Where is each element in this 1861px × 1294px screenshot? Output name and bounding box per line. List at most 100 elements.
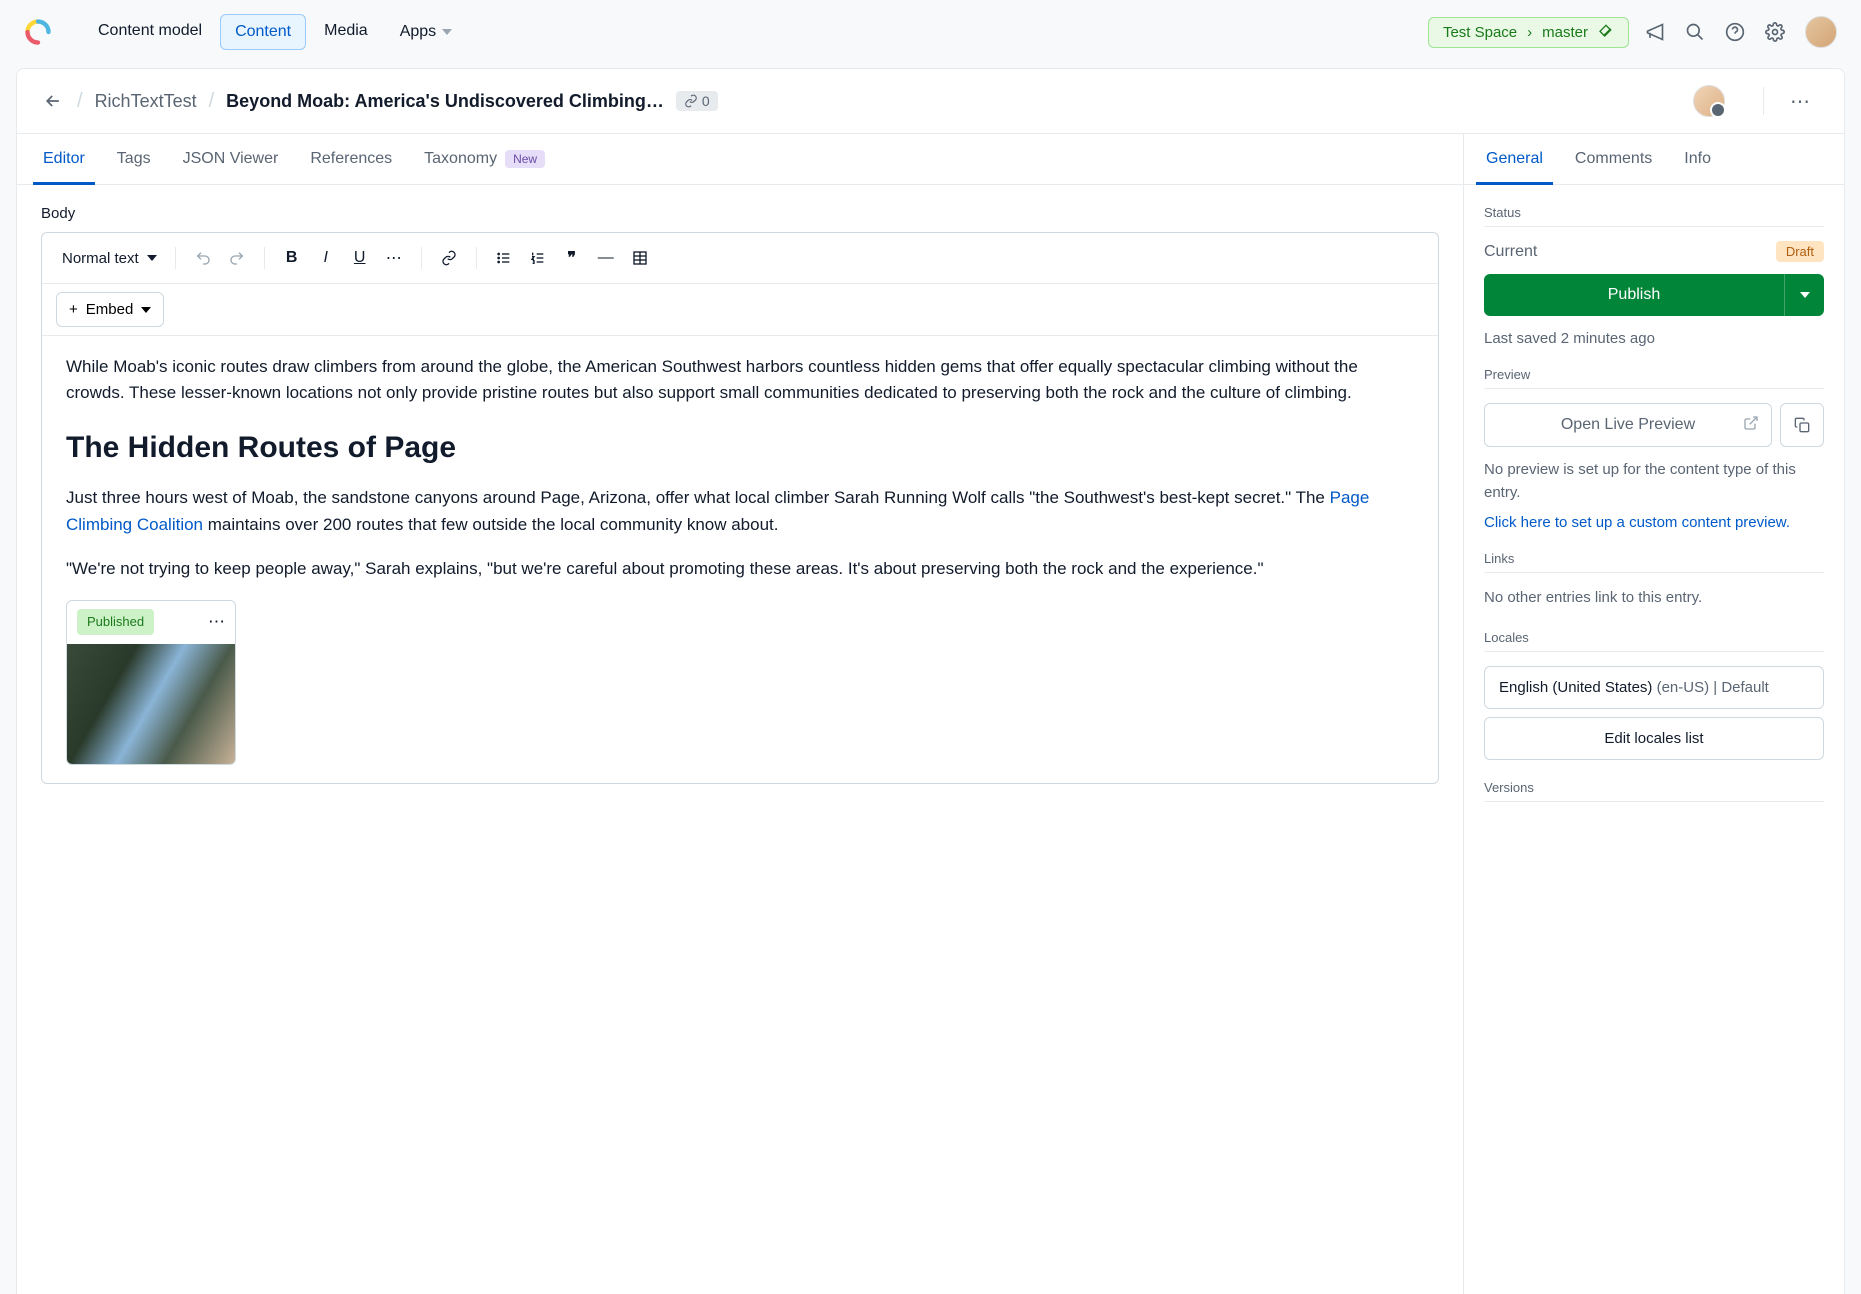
table-button[interactable] <box>625 243 655 273</box>
divider <box>1763 87 1764 115</box>
topnav-icons <box>1645 16 1837 48</box>
quote-button[interactable]: ❞ <box>557 243 587 273</box>
tab-taxonomy[interactable]: Taxonomy New <box>422 134 547 184</box>
bold-button[interactable]: B <box>277 243 307 273</box>
link-count: 0 <box>702 93 710 109</box>
divider <box>476 247 477 269</box>
redo-button[interactable] <box>222 243 252 273</box>
last-saved-text: Last saved 2 minutes ago <box>1484 330 1824 347</box>
chevron-right-icon: › <box>1527 24 1532 41</box>
search-icon[interactable] <box>1685 22 1705 42</box>
sidebar-tabs: General Comments Info <box>1464 134 1844 185</box>
publish-button[interactable]: Publish <box>1484 274 1784 316</box>
preview-none-text: No preview is set up for the content typ… <box>1484 459 1824 504</box>
text-style-select[interactable]: Normal text <box>56 246 163 271</box>
tab-general[interactable]: General <box>1484 134 1545 184</box>
links-none-text: No other entries link to this entry. <box>1484 587 1824 610</box>
section-status: Status <box>1484 205 1824 227</box>
nav-media[interactable]: Media <box>310 14 382 50</box>
section-locales: Locales <box>1484 630 1824 652</box>
incoming-links-badge[interactable]: 0 <box>676 91 718 111</box>
back-button[interactable] <box>41 89 65 113</box>
tab-json[interactable]: JSON Viewer <box>181 134 281 184</box>
rich-text-editor: Normal text B I U ⋯ <box>41 232 1439 784</box>
collaborator-avatar[interactable] <box>1693 85 1725 117</box>
paragraph: Just three hours west of Moab, the sands… <box>66 485 1414 538</box>
section-links: Links <box>1484 551 1824 573</box>
edit-locales-button[interactable]: Edit locales list <box>1484 717 1824 760</box>
gear-icon[interactable] <box>1765 22 1785 42</box>
divider <box>421 247 422 269</box>
section-preview: Preview <box>1484 367 1824 389</box>
embed-label: Embed <box>86 301 134 318</box>
rte-toolbar: Normal text B I U ⋯ <box>42 233 1438 284</box>
status-badge: Published <box>77 609 154 635</box>
help-icon[interactable] <box>1725 22 1745 42</box>
more-icon[interactable]: ⋯ <box>208 609 225 635</box>
crumb-parent[interactable]: RichTextTest <box>95 91 197 112</box>
chevron-down-icon <box>442 29 452 35</box>
text-style-label: Normal text <box>62 250 139 267</box>
chevron-down-icon <box>1800 292 1810 298</box>
tab-tags[interactable]: Tags <box>115 134 153 184</box>
paragraph: While Moab's iconic routes draw climbers… <box>66 354 1414 407</box>
crumb-sep: / <box>209 90 215 113</box>
copy-preview-button[interactable] <box>1780 403 1824 447</box>
bullet-list-button[interactable] <box>489 243 519 273</box>
locale-name: English (United States) <box>1499 679 1652 696</box>
more-button[interactable]: ⋯ <box>1782 89 1820 114</box>
tab-editor[interactable]: Editor <box>41 134 87 184</box>
nav-content-model[interactable]: Content model <box>84 14 216 50</box>
tab-info[interactable]: Info <box>1682 134 1713 184</box>
status-current-label: Current <box>1484 243 1537 261</box>
breadcrumb: / RichTextTest / Beyond Moab: America's … <box>17 69 1844 134</box>
nav-links: Content model Content Media Apps <box>84 14 466 50</box>
announce-icon[interactable] <box>1645 22 1665 42</box>
hr-button[interactable]: — <box>591 243 621 273</box>
topnav: Content model Content Media Apps Test Sp… <box>0 0 1861 64</box>
publish-dropdown[interactable] <box>1784 274 1824 316</box>
editor-tabs: Editor Tags JSON Viewer References Taxon… <box>17 134 1463 185</box>
main-panel: / RichTextTest / Beyond Moab: America's … <box>16 68 1845 1294</box>
embedded-asset[interactable]: Published ⋯ <box>66 600 236 764</box>
rocket-icon <box>1598 24 1614 40</box>
ordered-list-button[interactable] <box>523 243 553 273</box>
heading: The Hidden Routes of Page <box>66 425 1414 472</box>
more-formatting-button[interactable]: ⋯ <box>379 243 409 273</box>
divider <box>264 247 265 269</box>
italic-button[interactable]: I <box>311 243 341 273</box>
tab-references[interactable]: References <box>308 134 394 184</box>
crumb-sep: / <box>77 90 83 113</box>
setup-preview-link[interactable]: Click here to set up a custom content pr… <box>1484 514 1824 531</box>
embedded-image <box>67 644 235 764</box>
locale-item[interactable]: English (United States) (en-US) | Defaul… <box>1484 666 1824 709</box>
env-name: master <box>1542 24 1588 41</box>
embed-button[interactable]: + Embed <box>56 292 164 327</box>
tab-taxonomy-label: Taxonomy <box>424 150 497 168</box>
section-versions: Versions <box>1484 780 1824 802</box>
nav-apps[interactable]: Apps <box>386 14 466 50</box>
page-title: Beyond Moab: America's Undiscovered Clim… <box>226 91 664 112</box>
tab-comments[interactable]: Comments <box>1573 134 1654 184</box>
nav-apps-label: Apps <box>400 23 436 41</box>
space-name: Test Space <box>1443 24 1517 41</box>
external-link-icon <box>1743 415 1759 436</box>
logo[interactable] <box>24 18 52 46</box>
link-icon <box>684 94 698 108</box>
divider <box>175 247 176 269</box>
preview-label: Open Live Preview <box>1561 416 1695 434</box>
avatar[interactable] <box>1805 16 1837 48</box>
rte-content[interactable]: While Moab's iconic routes draw climbers… <box>42 336 1438 783</box>
link-button[interactable] <box>434 243 464 273</box>
plus-icon: + <box>69 301 78 318</box>
chevron-down-icon <box>147 255 157 261</box>
nav-content[interactable]: Content <box>220 14 306 50</box>
space-env-selector[interactable]: Test Space › master <box>1428 17 1629 48</box>
open-preview-button[interactable]: Open Live Preview <box>1484 403 1772 447</box>
field-label-body: Body <box>41 205 1439 222</box>
undo-button[interactable] <box>188 243 218 273</box>
locale-meta: (en-US) | Default <box>1657 679 1769 696</box>
underline-button[interactable]: U <box>345 243 375 273</box>
status-badge: Draft <box>1776 241 1824 262</box>
paragraph: "We're not trying to keep people away," … <box>66 556 1414 582</box>
